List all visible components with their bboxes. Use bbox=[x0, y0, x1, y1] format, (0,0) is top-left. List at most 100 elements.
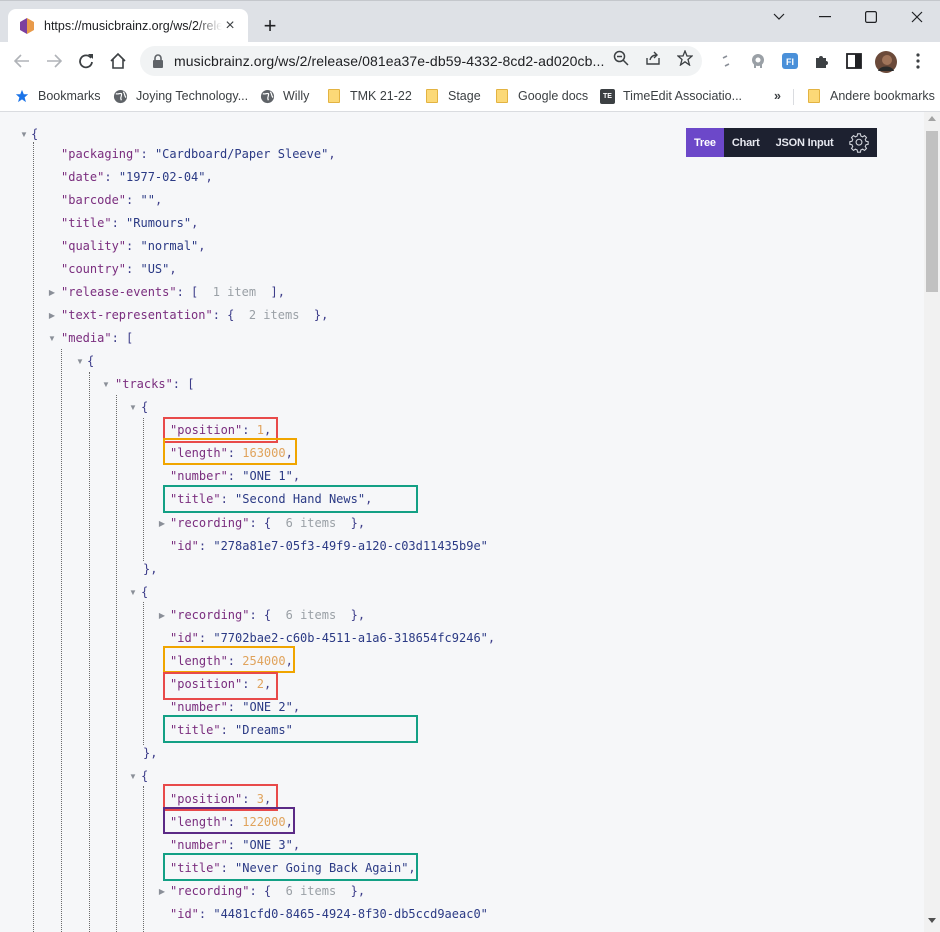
bookmark-tmk[interactable]: TMK 21-22 bbox=[326, 85, 412, 107]
bookmarks-overflow-button[interactable]: » bbox=[774, 85, 781, 107]
collapse-toggle[interactable]: ▼ bbox=[128, 581, 138, 604]
maximize-icon[interactable] bbox=[861, 7, 881, 27]
expand-toggle[interactable]: ▶ bbox=[47, 304, 57, 327]
collapse-toggle[interactable]: ▼ bbox=[101, 373, 111, 396]
json-track-open: { bbox=[141, 400, 149, 414]
json-field-tracks: "tracks": [ bbox=[115, 377, 195, 391]
json-field-position: "position": 1, bbox=[170, 423, 272, 437]
json-field-title: "title": "Rumours", bbox=[61, 216, 199, 230]
collapse-toggle[interactable]: ▼ bbox=[128, 765, 138, 788]
home-icon[interactable] bbox=[106, 49, 130, 73]
tab-tree[interactable]: Tree bbox=[686, 128, 724, 157]
bookmark-label: TMK 21-22 bbox=[350, 89, 412, 103]
collapse-toggle[interactable]: ▼ bbox=[47, 327, 57, 350]
tab-chart[interactable]: Chart bbox=[724, 128, 768, 157]
bookmark-other[interactable]: Andere bookmarks bbox=[806, 85, 935, 107]
json-field-id: "id": "4481cfd0-8465-4924-8f30-db5ccd9ae… bbox=[170, 907, 488, 921]
bookmark-label: TimeEdit Associatio... bbox=[623, 89, 743, 103]
json-field-country: "country": "US", bbox=[61, 262, 177, 276]
bookmarks-bar: Bookmarks Joying Technology... Willy TMK… bbox=[0, 80, 940, 112]
scroll-up-arrow-icon[interactable] bbox=[928, 116, 936, 121]
tab-search-chevron-icon[interactable] bbox=[769, 7, 789, 27]
profile-avatar[interactable] bbox=[874, 50, 898, 74]
new-tab-button[interactable]: + bbox=[258, 15, 282, 39]
collapse-toggle[interactable]: ▼ bbox=[75, 350, 85, 373]
expand-toggle[interactable]: ▶ bbox=[47, 281, 57, 304]
json-field-length: "length": 254000, bbox=[170, 654, 293, 668]
json-field-recording[interactable]: "recording": { 6 items }, bbox=[170, 604, 365, 627]
fi-extension-icon[interactable]: FI bbox=[780, 51, 800, 71]
star-icon bbox=[14, 88, 30, 104]
json-media-item-open: { bbox=[87, 354, 95, 368]
tab-json-input[interactable]: JSON Input bbox=[768, 128, 842, 157]
expand-toggle[interactable]: ▶ bbox=[157, 604, 167, 627]
forward-icon[interactable] bbox=[42, 49, 66, 73]
bookmarks-divider bbox=[793, 89, 794, 105]
ghost-extension-icon[interactable] bbox=[748, 51, 768, 71]
extensions-puzzle-icon[interactable] bbox=[812, 51, 832, 71]
globe-icon bbox=[259, 88, 275, 104]
bookmark-timeedit[interactable]: TE TimeEdit Associatio... bbox=[600, 85, 742, 107]
collapse-toggle[interactable]: ▼ bbox=[19, 123, 29, 146]
indent-guide bbox=[33, 142, 34, 932]
tab-title: https://musicbrainz.org/ws/2/release/081… bbox=[44, 19, 222, 33]
bookmark-google-docs[interactable]: Google docs bbox=[494, 85, 588, 107]
side-panel-icon[interactable] bbox=[844, 51, 864, 71]
json-field-id: "id": "7702bae2-c60b-4511-a1a6-318654fc9… bbox=[170, 631, 496, 645]
json-field-number: "number": "ONE 1", bbox=[170, 469, 301, 483]
menu-kebab-icon[interactable] bbox=[908, 51, 928, 71]
json-field-quality: "quality": "normal", bbox=[61, 239, 206, 253]
share-icon[interactable] bbox=[644, 49, 662, 67]
back-icon[interactable] bbox=[10, 49, 34, 73]
json-field-release-events[interactable]: "release-events": [ 1 item ], bbox=[61, 281, 285, 304]
bookmark-label: Stage bbox=[448, 89, 481, 103]
timeedit-icon: TE bbox=[600, 88, 615, 104]
folder-icon bbox=[424, 88, 440, 104]
folder-icon bbox=[326, 88, 342, 104]
json-field-number: "number": "ONE 3", bbox=[170, 838, 301, 852]
url-text[interactable]: musicbrainz.org/ws/2/release/081ea37e-db… bbox=[174, 53, 604, 69]
lock-icon[interactable] bbox=[152, 54, 164, 68]
indent-guide bbox=[143, 602, 144, 745]
bookmark-label: Willy bbox=[283, 89, 310, 103]
indent-guide bbox=[143, 786, 144, 932]
tab-strip: https://musicbrainz.org/ws/2/release/081… bbox=[0, 0, 940, 43]
zoom-icon[interactable] bbox=[612, 49, 630, 67]
reload-icon[interactable] bbox=[74, 49, 98, 73]
svg-text:FI: FI bbox=[786, 57, 794, 67]
json-field-track-title: "title": "Dreams" bbox=[170, 723, 293, 737]
browser-chrome: https://musicbrainz.org/ws/2/release/081… bbox=[0, 0, 940, 112]
bookmark-stage[interactable]: Stage bbox=[424, 85, 481, 107]
globe-icon bbox=[112, 88, 128, 104]
json-field-recording[interactable]: "recording": { 6 items }, bbox=[170, 880, 365, 903]
expand-toggle[interactable]: ▶ bbox=[157, 880, 167, 903]
json-field-text-representation[interactable]: "text-representation": { 2 items }, bbox=[61, 304, 328, 327]
json-field-length: "length": 163000, bbox=[170, 446, 293, 460]
json-field-barcode: "barcode": "", bbox=[61, 193, 163, 207]
bookmark-willy[interactable]: Willy bbox=[259, 85, 309, 107]
vertical-scrollbar[interactable] bbox=[924, 112, 940, 932]
collapse-toggle[interactable]: ▼ bbox=[128, 396, 138, 419]
scroll-thumb[interactable] bbox=[926, 131, 938, 292]
indent-guide bbox=[116, 395, 117, 932]
bookmark-joying[interactable]: Joying Technology... bbox=[112, 85, 248, 107]
close-tab-icon[interactable]: × bbox=[222, 18, 238, 34]
browser-tab[interactable]: https://musicbrainz.org/ws/2/release/081… bbox=[8, 9, 248, 43]
musicbrainz-favicon-icon bbox=[20, 18, 34, 34]
expand-toggle[interactable]: ▶ bbox=[157, 512, 167, 535]
json-field-position: "position": 2, bbox=[170, 677, 272, 691]
json-field-recording[interactable]: "recording": { 6 items }, bbox=[170, 512, 365, 535]
json-field-length: "length": 122000, bbox=[170, 815, 293, 829]
folder-icon bbox=[494, 88, 510, 104]
json-track-close: }, bbox=[143, 562, 158, 576]
scroll-down-arrow-icon[interactable] bbox=[928, 918, 936, 923]
minimize-icon[interactable] bbox=[815, 7, 835, 27]
close-window-icon[interactable] bbox=[907, 7, 927, 27]
bookmark-star-icon[interactable] bbox=[676, 49, 694, 67]
gear-icon[interactable] bbox=[841, 128, 877, 157]
indent-guide bbox=[89, 372, 90, 932]
viewer-mode-bar: Tree Chart JSON Input bbox=[686, 128, 878, 157]
json-field-track-title: "title": "Never Going Back Again", bbox=[170, 861, 416, 875]
bookmark-bookmarks[interactable]: Bookmarks bbox=[14, 85, 101, 107]
sync-extension-icon[interactable] bbox=[716, 51, 736, 71]
